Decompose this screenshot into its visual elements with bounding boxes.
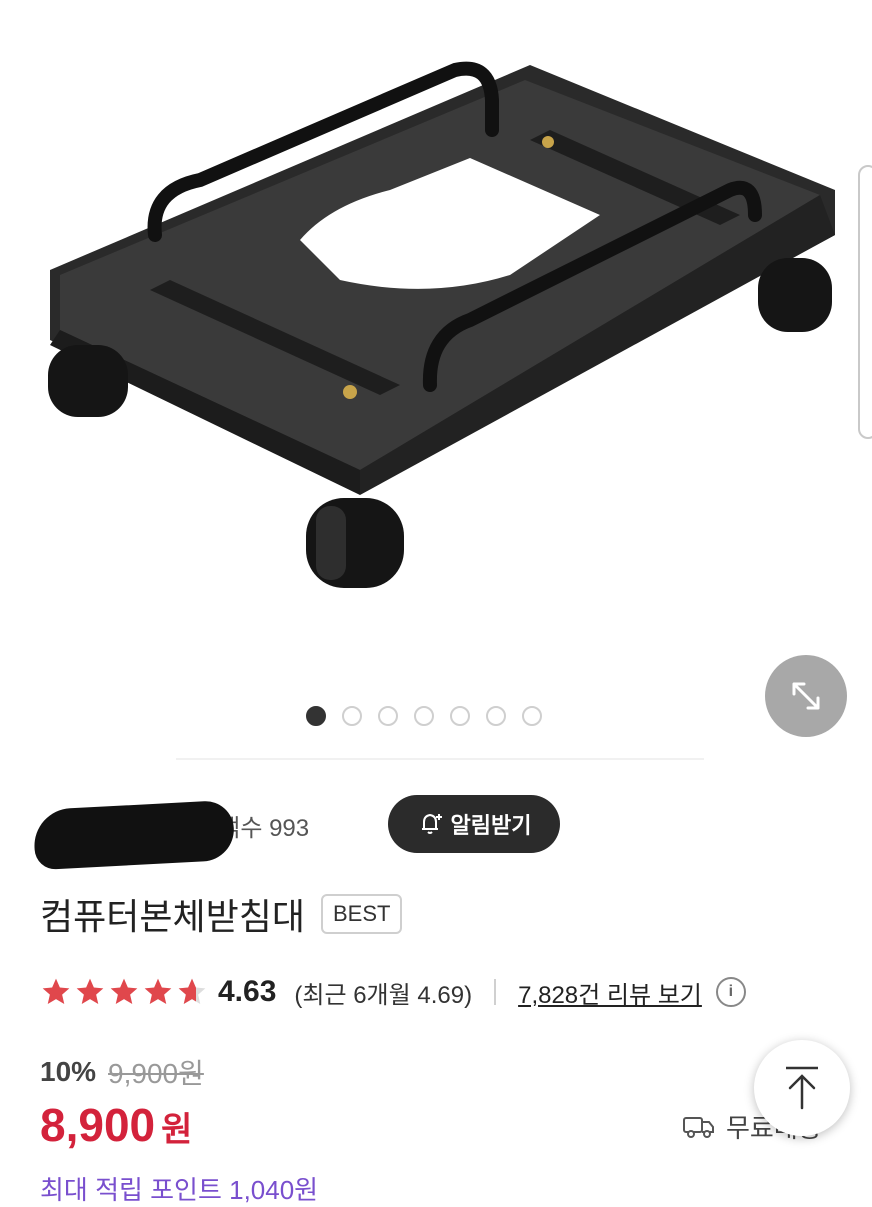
side-panel-tab[interactable] [858,165,872,439]
rating-score: 4.63 [218,975,277,1008]
info-icon[interactable]: i [715,977,746,1007]
sale-price: 8,900 [40,1099,156,1151]
expand-image-button[interactable] [765,655,847,737]
star-half-icon [178,978,206,1004]
carousel-dot[interactable] [378,706,398,726]
best-badge: BEST [320,894,403,934]
star-rating [40,976,208,1008]
points-info-partial: 최대 적립 포인트 1,040원 [40,1175,319,1205]
currency-unit: 원 [161,1111,193,1149]
carousel-dot[interactable] [342,706,362,726]
product-image[interactable] [0,0,872,640]
carousel-indicator [306,706,542,726]
scroll-top-button[interactable] [754,1040,850,1136]
carousel-dot[interactable] [414,706,434,726]
carousel-dot[interactable] [486,706,506,726]
expand-icon [792,682,820,710]
rating-row: 4.63 (최근 6개월 4.69) 7,828건 리뷰 보기 i [40,970,746,1014]
rating-separator [494,979,497,1005]
arrow-up-icon [786,1066,818,1110]
sale-price-row: 8,900 원 [40,1098,192,1152]
review-link[interactable]: 7,828건 리뷰 보기 [518,975,702,1010]
star-icon [110,978,138,1004]
star-icon [144,978,172,1004]
redacted-seller-name [32,799,236,871]
bell-plus-icon [421,813,442,834]
carousel-dot[interactable] [306,706,326,726]
star-icon [42,978,70,1004]
alarm-button-label: 알림받기 [450,813,532,838]
recent-rating: (최근 6개월 4.69) [294,981,473,1009]
seller-info: 관심고객수 993 [32,799,309,871]
section-divider [176,758,704,760]
product-title: 컴퓨터본체받침대 [40,896,305,937]
original-price: 9,900원 [108,1058,204,1089]
carousel-dot[interactable] [522,706,542,726]
original-price-row: 10% 9,900원 [40,1052,204,1092]
product-image-gallery[interactable] [0,0,872,760]
truck-icon [683,1116,714,1138]
carousel-dot[interactable] [450,706,470,726]
product-title-row: 컴퓨터본체받침대 BEST [40,888,403,940]
discount-rate: 10% [40,1056,97,1087]
star-icon [76,978,104,1004]
alarm-subscribe-button[interactable]: 알림받기 [388,795,560,853]
